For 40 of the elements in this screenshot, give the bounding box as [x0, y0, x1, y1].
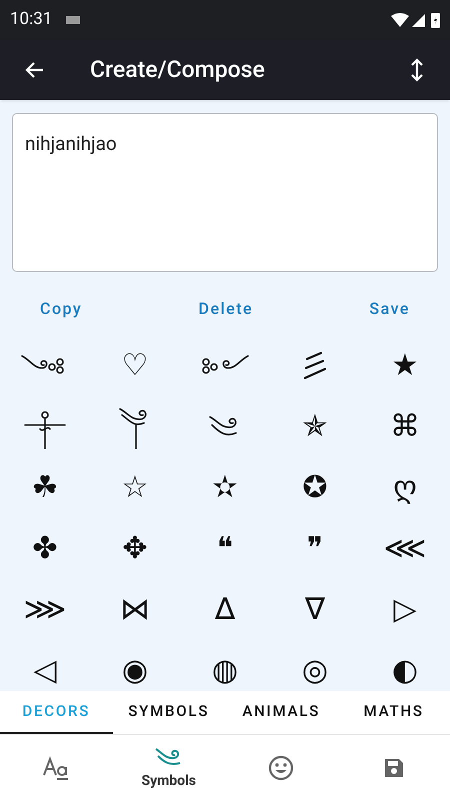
symbol-item[interactable]: ▷	[393, 594, 417, 624]
battery-icon	[431, 12, 440, 28]
status-time: 10:31	[10, 8, 52, 32]
action-button[interactable]: Delete	[194, 293, 258, 325]
symbol-item[interactable]: ∆	[214, 594, 236, 624]
symbol-item[interactable]: ⋈	[120, 594, 150, 624]
symbol-item[interactable]: ⋙	[24, 594, 66, 624]
symbol-item[interactable]: ☘	[32, 472, 58, 502]
slanted-strokes-icon	[301, 350, 329, 380]
symbol-item[interactable]: ◎	[302, 656, 328, 686]
symbol-item[interactable]: ◁	[33, 656, 57, 686]
action-button[interactable]: Copy	[36, 293, 86, 325]
keyboard-icon	[66, 16, 80, 24]
symbol-item[interactable]: ⋘	[384, 534, 426, 564]
app-bar-title: Create/Compose	[90, 54, 266, 85]
category-tab[interactable]: ANIMALS	[225, 691, 338, 734]
symbol-item[interactable]: ☆	[122, 472, 148, 502]
symbol-item[interactable]: ♡	[122, 350, 148, 380]
symbol-item[interactable]: ❞	[306, 534, 324, 564]
symbol-item[interactable]: ❝	[216, 534, 234, 564]
smiley-icon	[268, 754, 294, 780]
symbol-item[interactable]: ∇	[304, 594, 326, 624]
symbol-item[interactable]: ★	[392, 350, 418, 380]
category-tab[interactable]: SYMBOLS	[112, 691, 225, 734]
symbol-item[interactable]: ✥	[122, 534, 148, 564]
text-format-icon	[42, 754, 70, 780]
symbol-item[interactable]: ✯	[302, 412, 328, 442]
symbol-item[interactable]: ◍	[212, 656, 238, 686]
compose-text-field[interactable]: nihjanihjao	[12, 113, 438, 272]
action-button[interactable]: Save	[365, 293, 414, 325]
symbol-item[interactable]: ⌘	[390, 412, 420, 442]
wifi-icon	[391, 13, 409, 27]
symbol-item[interactable]: ✫	[212, 472, 238, 502]
symbol-item[interactable]: ◐	[392, 656, 418, 686]
symbol-item[interactable]: ღ	[393, 472, 417, 502]
category-tab[interactable]: MATHS	[338, 691, 450, 734]
symbol-item[interactable]: ◉	[122, 656, 148, 686]
symbol-item[interactable]: ✪	[302, 472, 328, 502]
symbol-item[interactable]: ✤	[32, 534, 58, 564]
signal-icon	[412, 14, 425, 26]
